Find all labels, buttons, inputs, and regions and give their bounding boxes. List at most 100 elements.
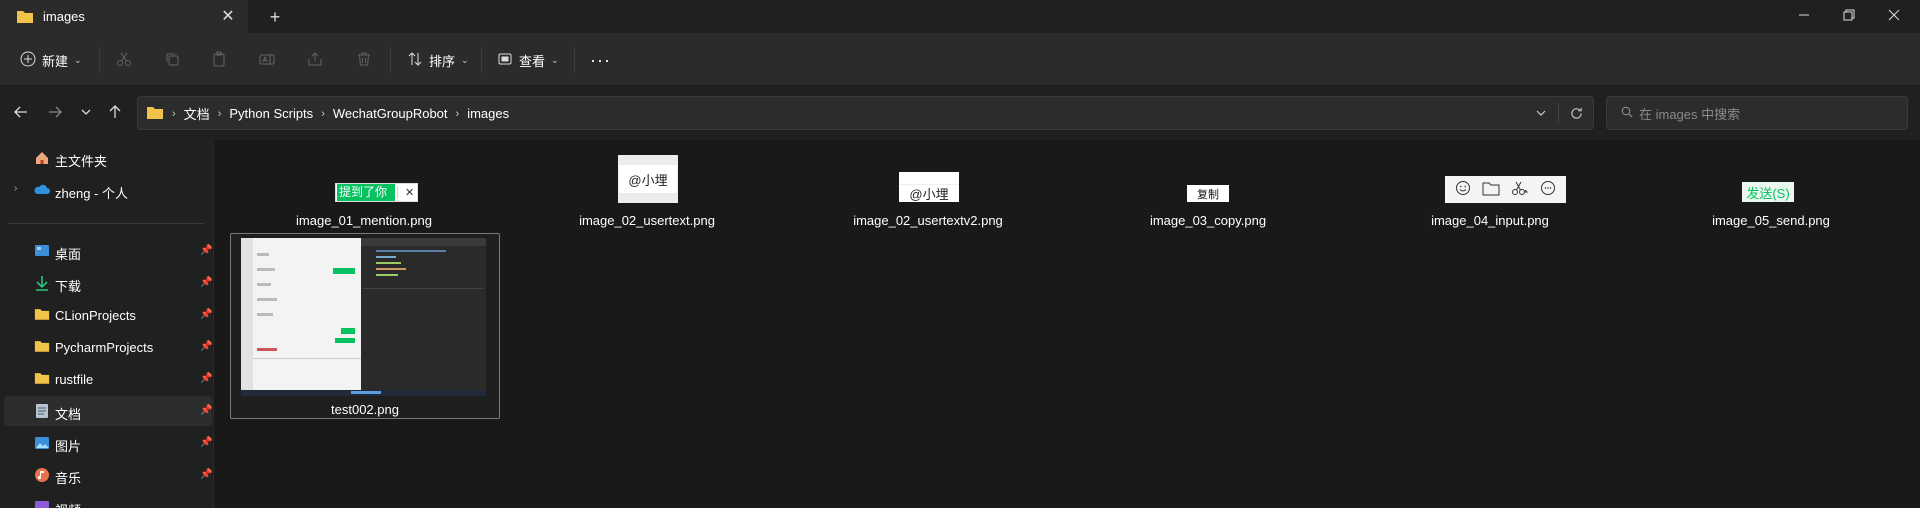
sidebar-item-music[interactable]: 音乐 📌	[4, 460, 212, 490]
paste-button[interactable]	[211, 45, 227, 75]
sidebar-item-downloads[interactable]: 下载 📌	[4, 268, 212, 298]
recent-locations-button[interactable]	[74, 100, 98, 124]
sidebar-item-rustfile[interactable]: rustfile 📌	[4, 364, 212, 394]
new-tab-button[interactable]: +	[264, 6, 286, 28]
sidebar-item-label: rustfile	[55, 372, 94, 387]
search-box[interactable]: 在 images 中搜索	[1606, 96, 1908, 130]
file-list: 提到了你 ✕ image_01_mention.png @小埋 image_02…	[216, 140, 1920, 508]
more-icon: ···	[590, 49, 611, 70]
chevron-right-icon: ›	[321, 107, 325, 120]
tab-images[interactable]: images ✕	[0, 0, 248, 33]
home-icon	[34, 150, 50, 166]
sidebar-item-home[interactable]: 主文件夹	[4, 143, 212, 173]
sidebar-item-label: 视频	[55, 500, 81, 508]
back-button[interactable]	[9, 100, 33, 124]
breadcrumb: › 文档 › Python Scripts › WechatGroupRobot…	[146, 104, 509, 123]
clipboard-icon	[211, 51, 227, 70]
sidebar-divider	[8, 223, 204, 224]
file-name: test002.png	[331, 402, 399, 417]
new-button[interactable]: 新建 ⌄	[20, 45, 82, 75]
copy-icon	[164, 51, 180, 70]
file-thumbnail: 发送(S)	[1742, 182, 1794, 202]
pin-icon: 📌	[200, 245, 213, 256]
chevron-down-icon: ⌄	[461, 54, 469, 65]
breadcrumb-item[interactable]: WechatGroupRobot	[333, 106, 448, 121]
share-icon	[307, 51, 323, 70]
up-button[interactable]	[103, 100, 127, 124]
sidebar-item-pycharmprojects[interactable]: PycharmProjects 📌	[4, 332, 212, 362]
sort-label: 排序	[429, 53, 456, 69]
refresh-icon	[1570, 107, 1582, 119]
chevron-right-icon: ›	[455, 107, 460, 120]
new-label: 新建	[42, 53, 69, 69]
sidebar-item-label: 图片	[55, 439, 82, 454]
onedrive-cloud-icon	[34, 182, 50, 198]
share-button[interactable]	[307, 45, 323, 75]
chevron-right-icon[interactable]: ›	[14, 183, 17, 194]
chevron-right-icon: ›	[217, 107, 222, 120]
delete-button[interactable]	[356, 45, 372, 75]
divider	[574, 47, 575, 73]
pin-icon: 📌	[200, 277, 213, 288]
search-icon	[1621, 106, 1633, 121]
file-item[interactable]: 发送(S) image_05_send.png	[1636, 140, 1906, 230]
file-thumbnail	[241, 238, 486, 396]
file-name: image_02_usertext.png	[579, 213, 715, 228]
file-item-selected[interactable]: test002.png	[230, 233, 500, 419]
address-dropdown-button[interactable]	[1524, 97, 1558, 129]
file-name: image_03_copy.png	[1149, 213, 1267, 228]
close-window-button[interactable]	[1882, 4, 1906, 26]
forward-button[interactable]	[43, 100, 67, 124]
file-item[interactable]: 复制 image_03_copy.png	[1073, 140, 1343, 230]
sort-button[interactable]: 排序 ⌄	[407, 45, 469, 75]
view-button[interactable]: 查看 ⌄	[497, 45, 559, 75]
minimize-button[interactable]	[1792, 4, 1816, 26]
file-thumbnail	[1445, 176, 1566, 203]
more-options-button[interactable]: ···	[590, 45, 611, 75]
breadcrumb-item[interactable]: images	[467, 106, 509, 121]
videos-icon	[34, 499, 50, 508]
sidebar-item-clionprojects[interactable]: CLionProjects 📌	[4, 300, 212, 330]
file-thumbnail: @小埋	[618, 155, 678, 203]
search-placeholder: 在 images 中搜索	[1639, 106, 1741, 122]
refresh-button[interactable]	[1559, 97, 1593, 129]
divider	[481, 47, 482, 73]
thumbnail-text: @小埋	[899, 184, 959, 202]
thumbnail-text: 复制	[1197, 188, 1219, 201]
sidebar-item-onedrive[interactable]: › zheng - 个人	[4, 175, 212, 205]
file-item[interactable]: @小埋 image_02_usertext.png	[512, 140, 782, 230]
chevron-down-icon: ⌄	[74, 54, 82, 65]
pane-splitter[interactable]	[213, 143, 214, 508]
pin-icon: 📌	[200, 405, 213, 416]
rename-button[interactable]	[259, 45, 275, 75]
copy-button[interactable]	[164, 45, 180, 75]
sidebar-item-pictures[interactable]: 图片 📌	[4, 428, 212, 458]
address-tools	[1524, 97, 1593, 129]
sidebar-item-documents[interactable]: 文档 📌	[4, 396, 212, 426]
sort-arrows-icon	[407, 51, 423, 70]
breadcrumb-item[interactable]: 文档	[184, 104, 210, 123]
restore-button[interactable]	[1837, 4, 1861, 26]
sidebar-item-label: 音乐	[55, 471, 82, 486]
close-tab-icon[interactable]: ✕	[217, 5, 239, 27]
sidebar-item-label: PycharmProjects	[55, 340, 154, 355]
file-thumbnail: 复制	[1187, 185, 1229, 202]
cut-button[interactable]	[116, 45, 132, 75]
file-item[interactable]: image_04_input.png	[1355, 140, 1625, 230]
tab-title: images	[43, 9, 85, 24]
view-label: 查看	[519, 53, 546, 69]
file-name: image_01_mention.png	[296, 213, 432, 228]
thumbnail-text: 提到了你	[337, 184, 395, 201]
sidebar-item-label: 桌面	[55, 247, 82, 262]
file-item[interactable]: @小埋 image_02_usertextv2.png	[793, 140, 1063, 230]
address-bar[interactable]: › 文档 › Python Scripts › WechatGroupRobot…	[137, 96, 1594, 130]
divider	[390, 47, 391, 73]
rename-icon	[259, 51, 275, 70]
file-name: image_04_input.png	[1431, 213, 1549, 228]
plus-circle-icon	[20, 51, 36, 70]
documents-icon	[34, 403, 50, 419]
breadcrumb-item[interactable]: Python Scripts	[229, 106, 313, 121]
file-item[interactable]: 提到了你 ✕ image_01_mention.png	[229, 140, 499, 230]
sidebar-item-desktop[interactable]: 桌面 📌	[4, 236, 212, 266]
sidebar-item-videos[interactable]: 视频	[4, 492, 212, 508]
